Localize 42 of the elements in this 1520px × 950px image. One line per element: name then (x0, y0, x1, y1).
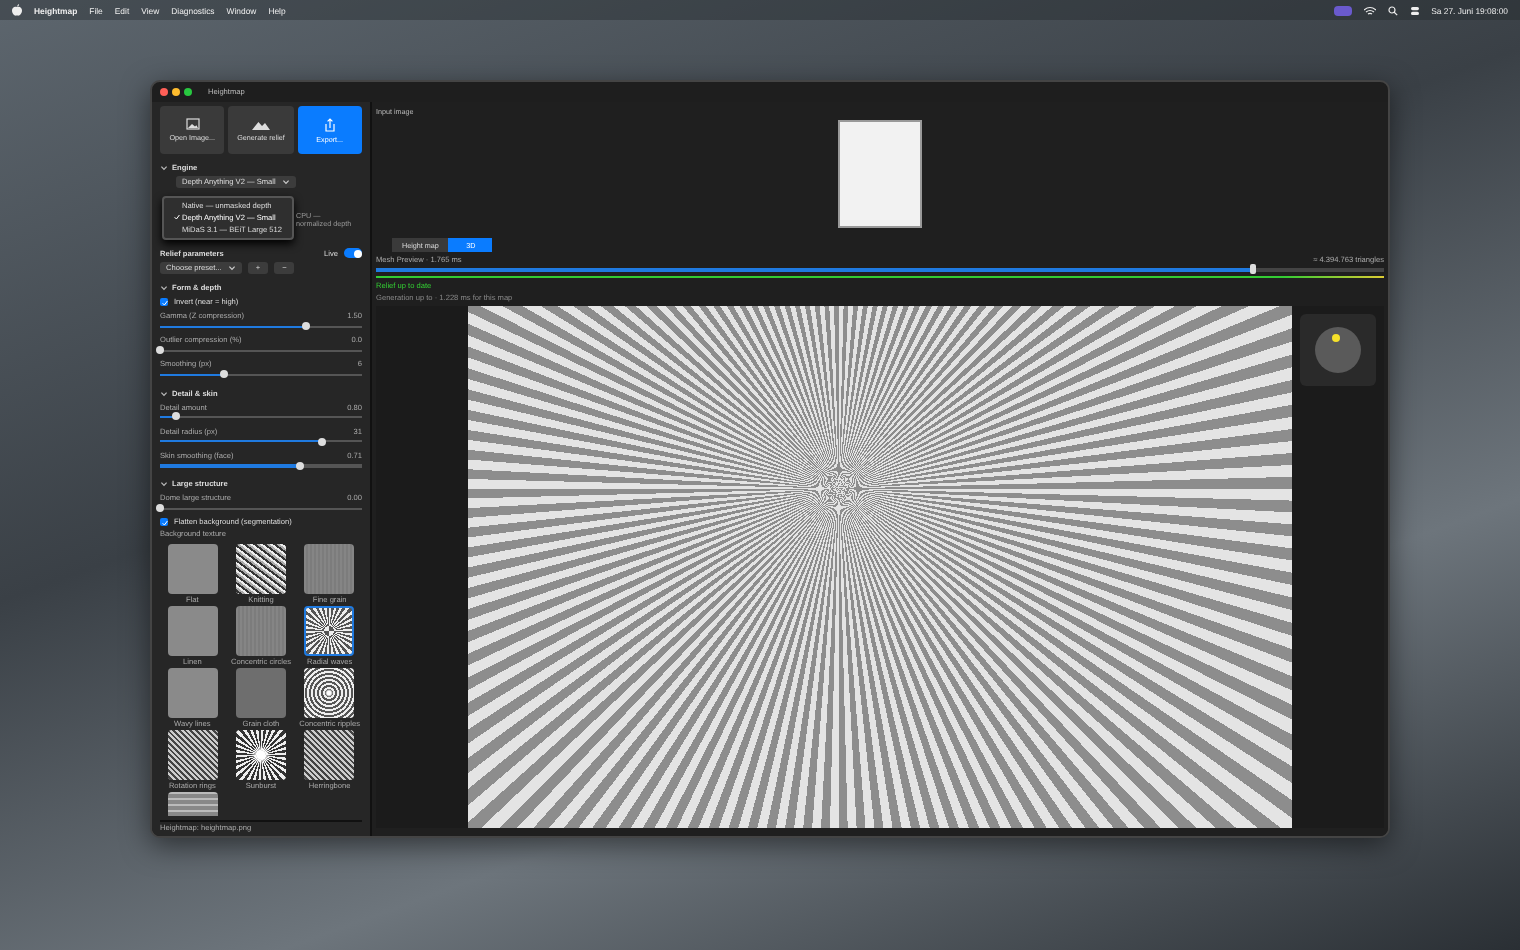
chevron-icon[interactable] (160, 164, 168, 172)
slider-thumb[interactable] (295, 461, 304, 470)
checkbox[interactable] (160, 298, 168, 306)
checkmark-icon (174, 214, 180, 220)
slider-thumb[interactable] (301, 321, 310, 330)
search-icon[interactable] (1387, 5, 1398, 15)
texture-swatch[interactable] (167, 544, 218, 595)
texture-swatch[interactable] (304, 544, 355, 595)
slider-thumb[interactable] (156, 346, 164, 355)
wifi-icon[interactable] (1363, 5, 1376, 15)
control-center-icon[interactable] (1409, 5, 1420, 15)
texture-swatch[interactable] (304, 606, 355, 657)
texture-swatch[interactable] (167, 730, 218, 781)
slider-thumb[interactable] (172, 412, 181, 421)
checkbox[interactable] (160, 518, 168, 527)
checkmark-icon (161, 299, 167, 305)
texture-swatch[interactable] (235, 606, 286, 657)
texture-swatch[interactable] (235, 730, 286, 781)
slider-thumb[interactable] (220, 370, 229, 379)
export-icon (323, 117, 336, 131)
texture-swatch[interactable] (167, 668, 218, 719)
live-toggle[interactable] (344, 248, 362, 258)
texture-swatch[interactable] (235, 668, 286, 719)
orientation-knob-icon[interactable] (1314, 326, 1362, 374)
minimize-button[interactable] (172, 88, 180, 96)
photo-placeholder (838, 120, 922, 228)
chevron-icon[interactable] (160, 284, 168, 292)
checkmark-icon (161, 519, 167, 526)
caret-icon (227, 264, 236, 272)
texture-swatch[interactable] (304, 668, 355, 719)
image-icon (185, 118, 200, 130)
slider-thumb[interactable] (317, 437, 326, 446)
apple-icon (12, 4, 22, 16)
zoom-button[interactable] (184, 88, 192, 96)
caret-icon (281, 178, 290, 186)
texture-swatch[interactable] (167, 606, 218, 657)
mountain-icon (251, 119, 270, 129)
slider-thumb[interactable] (1250, 264, 1256, 274)
texture-swatch[interactable] (304, 730, 355, 781)
texture-swatch[interactable] (235, 544, 286, 595)
slider-thumb[interactable] (156, 504, 164, 513)
close-button[interactable] (160, 88, 168, 96)
